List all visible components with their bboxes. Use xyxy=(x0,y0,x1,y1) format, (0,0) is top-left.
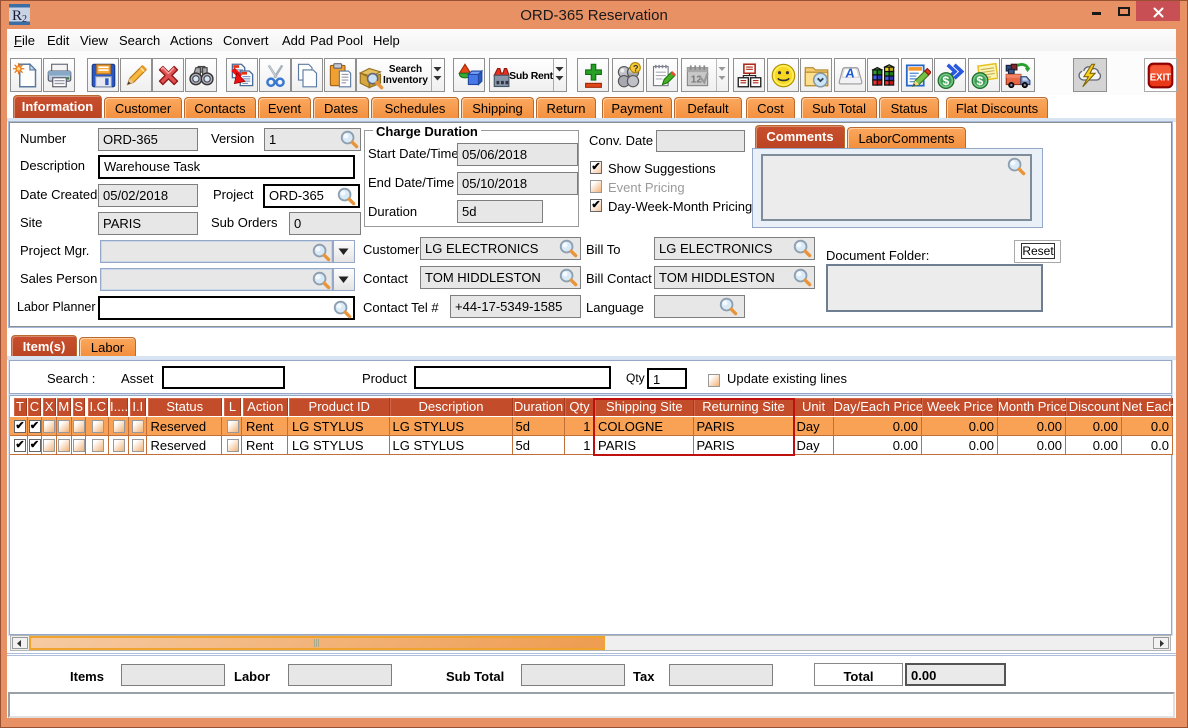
svg-text:12: 12 xyxy=(690,74,702,85)
svg-text:EXIT: EXIT xyxy=(1150,73,1172,84)
svg-text:$: $ xyxy=(976,74,983,88)
svg-text:?: ? xyxy=(633,64,639,74)
svg-text:$: $ xyxy=(942,74,949,88)
